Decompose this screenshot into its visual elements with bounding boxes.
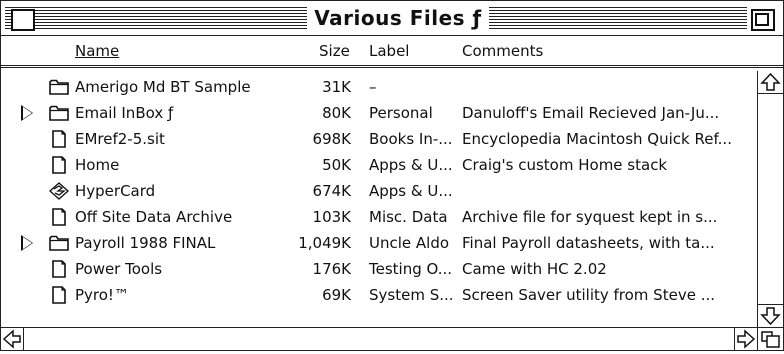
window-title: Various Files ƒ xyxy=(307,5,489,31)
vertical-scrollbar[interactable] xyxy=(757,71,783,327)
file-row[interactable]: Amerigo Md BT Sample 31K – xyxy=(1,74,757,100)
file-size: 674K xyxy=(312,182,351,200)
folder-icon[interactable] xyxy=(49,234,69,252)
document-icon[interactable] xyxy=(49,156,69,174)
header-divider-bottom xyxy=(1,67,783,68)
file-size: 1,049K xyxy=(298,234,351,252)
scroll-right-button[interactable] xyxy=(734,328,757,350)
zoom-box-inner-icon xyxy=(755,13,769,26)
left-arrow-icon xyxy=(2,329,21,349)
file-label: Apps & U... xyxy=(369,182,453,200)
file-name: Power Tools xyxy=(75,260,163,278)
file-name: Pyro!™ xyxy=(75,286,129,304)
column-header-label[interactable]: Label xyxy=(369,42,409,60)
file-comment: Screen Saver utility from Steve ... xyxy=(462,286,715,304)
file-name: Off Site Data Archive xyxy=(75,208,233,226)
finder-window: Various Files ƒ Name Size Label Comments… xyxy=(0,0,784,351)
file-name: Home xyxy=(75,156,120,174)
folder-icon[interactable] xyxy=(49,78,69,96)
scroll-down-button[interactable] xyxy=(758,304,783,327)
zoom-box-button[interactable] xyxy=(751,9,775,31)
file-label: Testing O... xyxy=(369,260,453,278)
disclosure-triangle-fill xyxy=(23,237,32,249)
file-size: 176K xyxy=(312,260,351,278)
column-header-name[interactable]: Name xyxy=(75,42,119,60)
scroll-up-button[interactable] xyxy=(758,71,783,94)
file-label: Books In-... xyxy=(369,130,453,148)
column-header-comments[interactable]: Comments xyxy=(462,42,543,60)
size-box-button[interactable] xyxy=(757,327,783,350)
file-row[interactable]: HyperCard 674K Apps & U... xyxy=(1,178,757,204)
file-row[interactable]: Home 50K Apps & U... Craig's custom Home st… xyxy=(1,152,757,178)
file-label: Personal xyxy=(369,104,433,122)
hypercard-app-icon[interactable] xyxy=(48,182,70,200)
file-label: Uncle Aldo xyxy=(369,234,450,252)
title-bar-stripes-left xyxy=(5,7,307,29)
up-arrow-icon xyxy=(760,72,781,91)
file-row[interactable]: EMref2-5.sit 698K Books In-... Encyclopedia… xyxy=(1,126,757,152)
title-bar[interactable]: Various Files ƒ xyxy=(1,1,783,36)
document-icon[interactable] xyxy=(49,286,69,304)
document-icon[interactable] xyxy=(49,130,69,148)
file-row[interactable]: Email InBox ƒ 80K Personal Danuloff's Email… xyxy=(1,100,757,126)
file-label: – xyxy=(369,78,377,96)
file-name: Email InBox ƒ xyxy=(75,104,174,122)
disclosure-triangle-fill xyxy=(23,107,32,119)
title-bar-stripes-right xyxy=(489,7,747,29)
file-comment: Final Payroll datasheets, with ta... xyxy=(462,234,715,252)
file-label: Apps & U... xyxy=(369,156,453,174)
close-box-button[interactable] xyxy=(11,9,35,31)
file-comment: Craig's custom Home stack xyxy=(462,156,668,174)
file-comment: Came with HC 2.02 xyxy=(462,260,607,278)
file-comment: Encyclopedia Macintosh Quick Ref... xyxy=(462,130,732,148)
document-icon[interactable] xyxy=(49,260,69,278)
file-size: 50K xyxy=(322,156,351,174)
file-comment: Archive file for syquest kept in s... xyxy=(462,208,718,226)
file-list: Amerigo Md BT Sample 31K – Email InBox ƒ 80K… xyxy=(1,71,757,327)
size-box-icon xyxy=(761,331,780,348)
down-arrow-icon xyxy=(760,307,781,326)
file-comment: Danuloff's Email Recieved Jan-Ju... xyxy=(462,104,720,122)
header-divider-top xyxy=(1,65,783,66)
file-row[interactable]: Power Tools 176K Testing O... Came with HC … xyxy=(1,256,757,282)
horizontal-scrollbar[interactable] xyxy=(1,327,757,350)
file-label: Misc. Data xyxy=(369,208,448,226)
file-size: 31K xyxy=(322,78,351,96)
scroll-left-button[interactable] xyxy=(1,328,24,350)
right-arrow-icon xyxy=(737,329,756,349)
file-name: Amerigo Md BT Sample xyxy=(75,78,251,96)
file-size: 103K xyxy=(312,208,351,226)
column-header-size[interactable]: Size xyxy=(319,42,350,60)
file-name: EMref2-5.sit xyxy=(75,130,165,148)
folder-icon[interactable] xyxy=(49,104,69,122)
file-name: HyperCard xyxy=(75,182,156,200)
document-icon[interactable] xyxy=(49,208,69,226)
file-size: 80K xyxy=(322,104,351,122)
column-header: Name Size Label Comments xyxy=(1,36,783,64)
file-row[interactable]: Off Site Data Archive 103K Misc. Data Archi… xyxy=(1,204,757,230)
file-name: Payroll 1988 FINAL xyxy=(75,234,216,252)
file-size: 698K xyxy=(312,130,351,148)
file-label: System S... xyxy=(369,286,454,304)
file-row[interactable]: Payroll 1988 FINAL 1,049K Uncle Aldo Final … xyxy=(1,230,757,256)
file-row[interactable]: Pyro!™ 69K System S... Screen Saver utility… xyxy=(1,282,757,308)
file-size: 69K xyxy=(322,286,351,304)
